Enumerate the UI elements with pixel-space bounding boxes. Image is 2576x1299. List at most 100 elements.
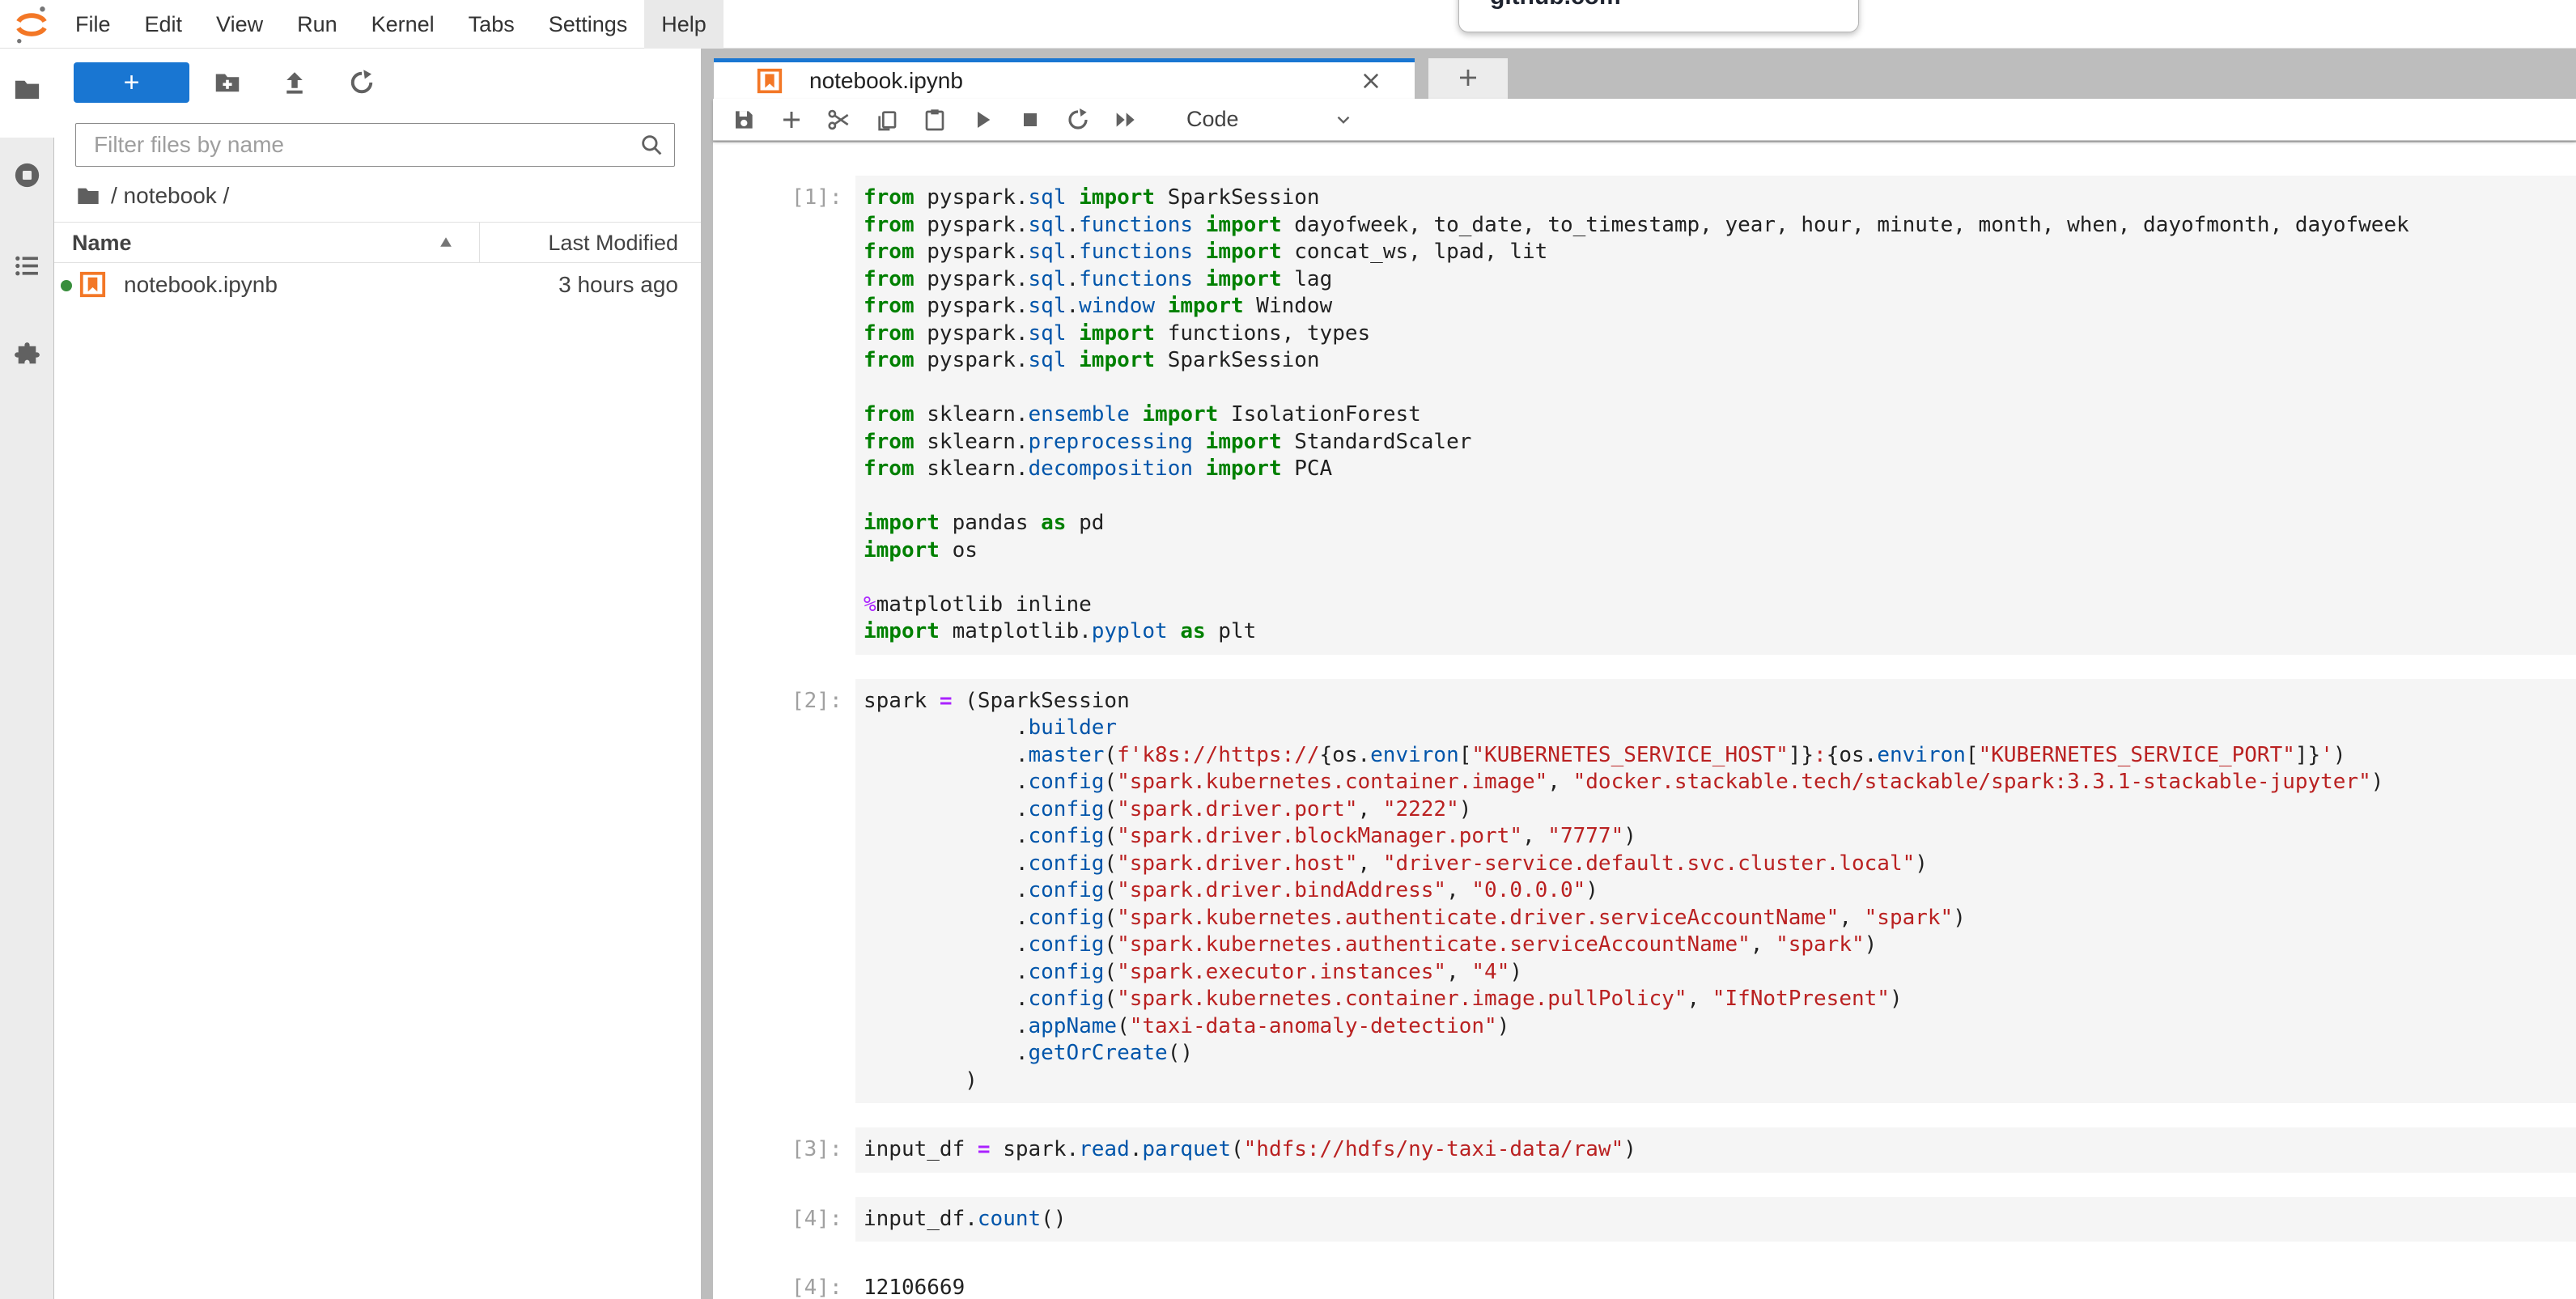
filter-files-input[interactable] [75, 123, 675, 167]
cut-icon[interactable] [823, 104, 855, 136]
column-header-last-modified[interactable]: Last Modified [548, 231, 678, 256]
code-line: input_df.count() [864, 1206, 2566, 1233]
run-all-icon[interactable] [1110, 104, 1142, 136]
cell-editor[interactable]: input_df.count() [855, 1197, 2576, 1242]
menu-item-run[interactable]: Run [280, 0, 354, 49]
code-token: decomposition [1029, 456, 1194, 481]
save-icon[interactable] [728, 104, 760, 136]
code-token: preprocessing [1029, 430, 1194, 454]
menu-bar: FileEditViewRunKernelTabsSettingsHelp [0, 0, 2576, 49]
code-token: "2222" [1383, 797, 1459, 821]
code-line: .config("spark.kubernetes.authenticate.s… [864, 932, 2566, 959]
code-token: f'k8s://https:// [1117, 743, 1319, 767]
breadcrumb[interactable]: / notebook / [75, 180, 229, 212]
code-token [1193, 456, 1206, 481]
code-token: . [1066, 267, 1079, 291]
sort-ascending-icon[interactable] [439, 236, 452, 248]
tab-title: notebook.ipynb [809, 68, 963, 94]
upload-icon[interactable] [279, 68, 310, 99]
refresh-icon[interactable] [346, 68, 377, 99]
code-token: parquet [1142, 1137, 1231, 1161]
running-kernels-icon[interactable] [12, 160, 42, 190]
new-launcher-button[interactable]: + [74, 62, 189, 103]
code-token: config [1029, 824, 1105, 848]
code-token: {os. [1827, 743, 1878, 767]
table-of-contents-icon[interactable] [12, 251, 42, 281]
cell-editor[interactable]: input_df = spark.read.parquet("hdfs://hd… [855, 1127, 2576, 1173]
code-token: import [1142, 402, 1218, 427]
code-token: spark [864, 689, 940, 713]
menu-item-tabs[interactable]: Tabs [452, 0, 532, 49]
code-line: from pyspark.sql.window import Window [864, 293, 2566, 321]
code-token [1168, 619, 1181, 643]
code-token: . [864, 851, 1029, 876]
code-token: ]} [2295, 743, 2320, 767]
restart-icon[interactable] [1062, 104, 1094, 136]
menu-item-file[interactable]: File [58, 0, 128, 49]
new-tab-button[interactable] [1428, 58, 1508, 99]
paste-icon[interactable] [919, 104, 951, 136]
code-token: () [1168, 1041, 1193, 1065]
cell-editor[interactable]: from pyspark.sql import SparkSessionfrom… [855, 176, 2576, 655]
column-header-name[interactable]: Name [72, 231, 132, 256]
copy-icon[interactable] [871, 104, 903, 136]
file-row[interactable]: notebook.ipynb 3 hours ago [54, 264, 701, 306]
code-token: . [1066, 294, 1079, 318]
cell-prompt: [2]: [791, 679, 855, 1104]
menu-item-edit[interactable]: Edit [128, 0, 200, 49]
code-token: ]} [1789, 743, 1814, 767]
code-token: ( [1104, 932, 1117, 957]
code-line: from pyspark.sql import functions, types [864, 321, 2566, 348]
code-token: 12106669 [864, 1276, 965, 1299]
code-token: ) [1459, 797, 1472, 821]
menu-item-view[interactable]: View [199, 0, 280, 49]
code-token: from [864, 321, 915, 346]
code-cell: [1]:from pyspark.sql import SparkSession… [713, 176, 2576, 655]
code-token: ) [1509, 960, 1522, 984]
code-token: = [940, 689, 953, 713]
code-token: from [864, 213, 915, 237]
run-icon[interactable] [966, 104, 999, 136]
folder-icon[interactable] [12, 74, 42, 104]
home-folder-icon[interactable] [75, 183, 101, 209]
new-folder-icon[interactable] [212, 68, 243, 99]
code-token: "spark.kubernetes.authenticate.serviceAc… [1117, 932, 1751, 957]
code-token: plt [1206, 619, 1257, 643]
code-token: ( [1104, 878, 1117, 902]
file-browser-panel: + / notebook / Name Last Modified notebo… [54, 49, 701, 1299]
notebook-scroll-area[interactable]: [1]:from pyspark.sql import SparkSession… [713, 142, 2576, 1299]
menu-item-kernel[interactable]: Kernel [354, 0, 452, 49]
cell-prompt: [4]: [791, 1197, 855, 1242]
code-line: spark = (SparkSession [864, 688, 2566, 715]
code-token: pandas [940, 511, 1041, 535]
cell-type-dropdown[interactable]: Code [1186, 107, 1354, 132]
code-token: "hdfs://hdfs/ny-taxi-data/raw" [1244, 1137, 1624, 1161]
code-line: .master(f'k8s://https://{os.environ["KUB… [864, 742, 2566, 770]
code-token: . [864, 960, 1029, 984]
code-token: pyspark. [915, 213, 1029, 237]
code-token: matplotlib. [940, 619, 1092, 643]
menu-item-help[interactable]: Help [644, 0, 724, 49]
stop-icon[interactable] [1014, 104, 1046, 136]
cell-editor[interactable]: spark = (SparkSession .builder .master(f… [855, 679, 2576, 1104]
code-token: os [940, 538, 978, 562]
menu-item-settings[interactable]: Settings [532, 0, 645, 49]
code-token: pyspark. [915, 240, 1029, 264]
code-token: "spark" [1865, 906, 1954, 930]
code-token: getOrCreate [1029, 1041, 1168, 1065]
code-token: config [1029, 906, 1105, 930]
output-cell: [4]:12106669 [713, 1266, 2576, 1299]
code-token: pd [1066, 511, 1104, 535]
tab-notebook[interactable]: notebook.ipynb [714, 58, 1415, 99]
code-token: "KUBERNETES_SERVICE_HOST" [1471, 743, 1788, 767]
code-token: "0.0.0.0" [1471, 878, 1585, 902]
code-token [1066, 185, 1079, 210]
code-token: "spark.driver.host" [1117, 851, 1357, 876]
close-icon[interactable] [1360, 70, 1382, 92]
column-divider [479, 223, 480, 263]
extensions-icon[interactable] [12, 340, 42, 370]
add-cell-icon[interactable] [775, 104, 808, 136]
panel-splitter[interactable] [701, 49, 713, 1299]
code-token: ( [1104, 743, 1117, 767]
code-token: config [1029, 987, 1105, 1011]
